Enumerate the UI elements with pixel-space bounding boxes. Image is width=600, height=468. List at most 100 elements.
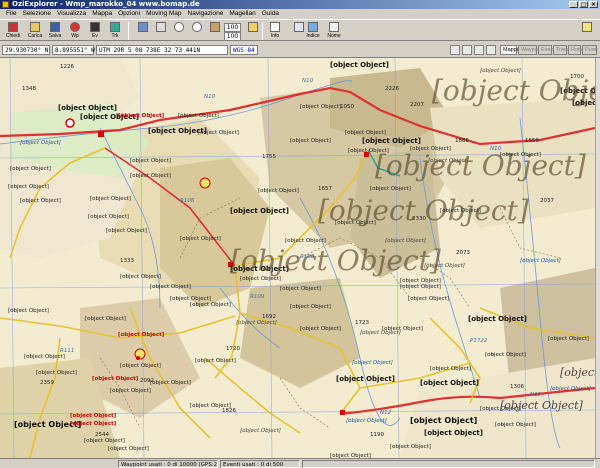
menu-guida[interactable]: Guida — [259, 9, 282, 19]
waypoint-icon — [70, 22, 80, 32]
track-button[interactable]: Trk — [106, 21, 124, 41]
elevation-label: 1886 — [455, 138, 469, 144]
minimize-button[interactable]: _ — [569, 1, 578, 8]
event-button[interactable]: Ev — [86, 21, 104, 41]
place-label: [object Object] — [280, 286, 321, 292]
road-number: N12 — [380, 410, 392, 416]
place-label: [object Object] — [468, 315, 527, 323]
elevation-label: 2207 — [410, 102, 424, 108]
place-label: [object Object] — [330, 61, 389, 69]
elevation-label: 1650 — [525, 138, 539, 144]
road-number: R106 — [180, 198, 195, 204]
tab-punti[interactable]: Punti — [582, 45, 598, 55]
place-label: [object Object] — [300, 326, 341, 332]
menu-selezione[interactable]: Selezione — [19, 9, 54, 19]
help-button[interactable] — [578, 21, 596, 41]
close-map-button[interactable]: Chiedi — [4, 21, 22, 41]
move-tool-button[interactable] — [134, 21, 152, 41]
save-button[interactable]: Salva — [46, 21, 64, 41]
menu-navigazione[interactable]: Navigazione — [185, 9, 227, 19]
place-label: [object Object] — [84, 438, 125, 444]
place-label: [object Object] — [430, 366, 471, 372]
menu-visualizza[interactable]: Visualizza — [54, 9, 89, 19]
lock-icon — [248, 22, 258, 32]
info-button[interactable]: Info — [266, 21, 284, 41]
menu-file[interactable]: File — [3, 9, 19, 19]
select-tool-button[interactable] — [152, 21, 170, 41]
place-label: [object Object] — [300, 104, 341, 110]
utm-readout: UTM 29R 5 08 738E 32 73 441N — [96, 45, 228, 55]
elevation-label: 1692 — [262, 314, 276, 320]
place-label: [object Object] — [70, 413, 117, 419]
window-title: OziExplorer - Wmp_marokko_04 www.bomap.d… — [12, 0, 200, 8]
name-button[interactable]: Nome — [325, 21, 343, 41]
place-label: [object Object] — [198, 130, 239, 136]
latitude-readout: 29.930730° N — [2, 45, 50, 55]
index-button[interactable]: Indice — [304, 21, 322, 41]
waypoint-label: Wp — [71, 33, 79, 39]
place-label: [object Object] — [150, 284, 191, 290]
elevation-label: 1700 — [570, 74, 584, 80]
place-label: [object Object] — [195, 358, 236, 364]
place-label: [object Object] — [92, 376, 139, 382]
place-label: [object Object] — [20, 140, 61, 146]
zoom-level-field-2[interactable]: 100 — [224, 32, 241, 41]
place-label: [object Object] — [290, 304, 331, 310]
maximize-button[interactable]: □ — [579, 1, 588, 8]
menu-opzioni[interactable]: Opzioni — [115, 9, 143, 19]
menu-moving-map[interactable]: Moving Map — [143, 9, 184, 19]
elevation-label: 1190 — [370, 432, 384, 438]
tab-mappa[interactable]: Mappa — [500, 45, 520, 55]
elevation-label: 1226 — [60, 64, 74, 70]
lock-button[interactable] — [244, 21, 262, 41]
load-button[interactable]: Carica — [26, 21, 44, 41]
zoom-level-field[interactable]: 100 — [224, 23, 241, 32]
options-icon[interactable] — [486, 45, 496, 55]
elevation-label: 2544 — [95, 432, 109, 438]
place-label: [object Object] — [230, 207, 289, 215]
status-extra — [302, 460, 595, 468]
tab-eventi[interactable]: Eventi — [538, 45, 556, 55]
map-view[interactable]: [object Object] [object Object] [object … — [0, 58, 595, 458]
grid-icon — [294, 22, 304, 32]
tab-tracce[interactable]: Tracce — [553, 45, 573, 55]
tab-rotte[interactable]: Rotte — [568, 45, 584, 55]
menu-magellan[interactable]: Magellan — [226, 9, 258, 19]
place-label: [object Object] — [424, 429, 483, 437]
gps-icon[interactable] — [474, 45, 484, 55]
help-icon — [582, 22, 592, 32]
status-bar: Waypoint usati : 0 di 10000 (GPS:250) Ev… — [0, 458, 600, 468]
toolbar: Chiedi Carica Salva Wp Ev Trk 100 100 In… — [0, 19, 600, 41]
toolbar-separator — [128, 22, 129, 40]
place-label: [object Object] — [24, 354, 65, 360]
datum-readout: WGS 84 — [230, 45, 258, 55]
event-label: Ev — [92, 33, 98, 39]
tab-waypoint[interactable]: Waypoint — [518, 45, 544, 55]
place-label: [object Object] — [180, 236, 221, 242]
zoom-in-icon — [174, 22, 184, 32]
zoom-out-button[interactable] — [188, 21, 206, 41]
zoom-in-button[interactable] — [170, 21, 188, 41]
event-icon — [90, 22, 100, 32]
place-label: [object Object] — [8, 308, 49, 314]
layer-button[interactable] — [206, 21, 224, 41]
place-label: [object Object] — [370, 186, 411, 192]
load-label: Carica — [27, 33, 43, 39]
range-letter: [object Object] — [318, 194, 529, 227]
name-label: Nome — [327, 33, 341, 39]
place-label: [object Object] — [258, 188, 299, 194]
menu-mappa[interactable]: Mappa — [89, 9, 115, 19]
waypoint-button[interactable]: Wp — [66, 21, 84, 41]
nav-right-icon[interactable] — [462, 45, 472, 55]
title-bar: OziExplorer - Wmp_marokko_04 www.bomap.d… — [0, 0, 600, 9]
place-label: [object Object] — [108, 446, 149, 452]
place-label: [object Object] — [120, 274, 161, 280]
road-number: R111 — [60, 348, 75, 354]
place-label: [object Object] — [500, 152, 541, 158]
vertical-scrollbar[interactable] — [595, 58, 600, 458]
track-label: Trk — [111, 33, 119, 39]
close-button[interactable]: × — [589, 1, 598, 8]
nav-left-icon[interactable] — [450, 45, 460, 55]
place-label: [object Object] — [58, 104, 117, 112]
index-icon — [308, 22, 318, 32]
